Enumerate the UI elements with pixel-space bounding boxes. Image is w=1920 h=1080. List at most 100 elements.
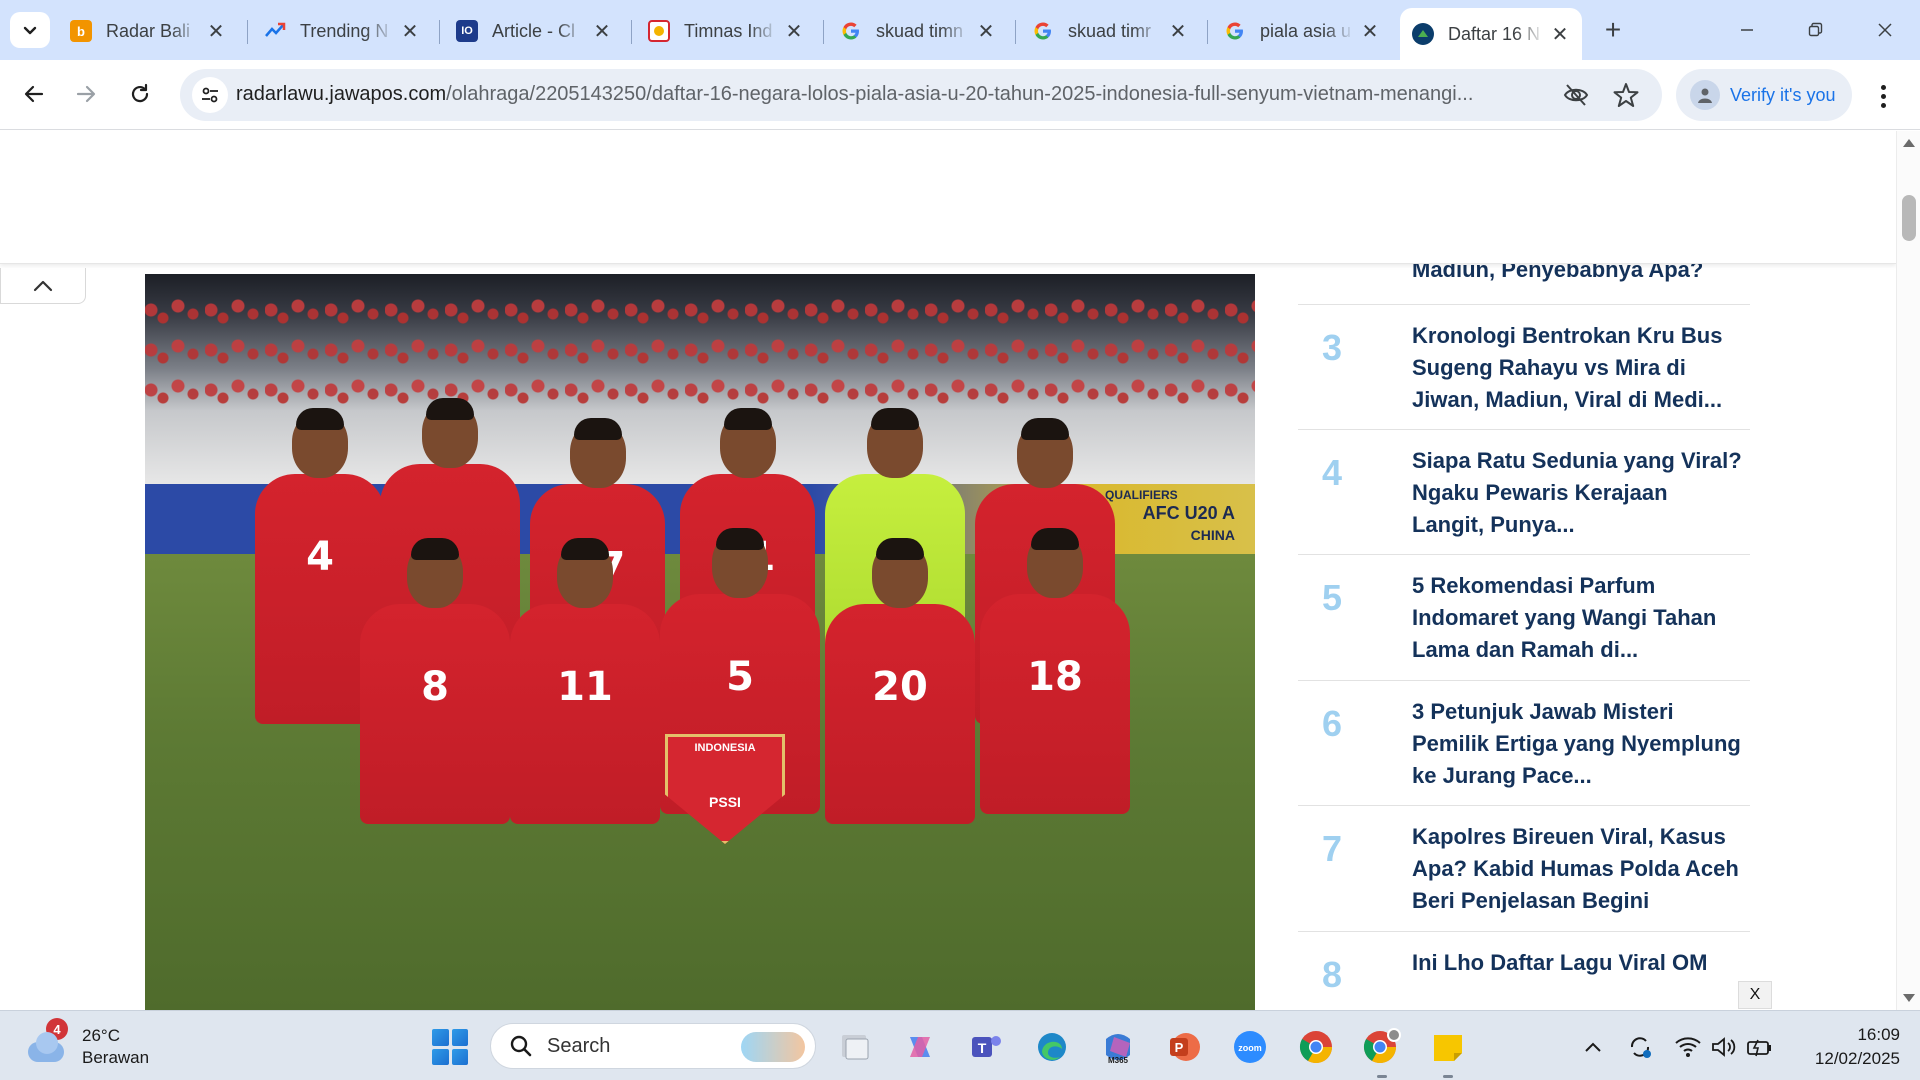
verify-profile-button[interactable]: Verify it's you: [1676, 69, 1852, 121]
list-item[interactable]: 5 5 Rekomendasi Parfum Indomaret yang Wa…: [1298, 555, 1750, 681]
back-button[interactable]: [14, 74, 54, 114]
player-head: [557, 538, 613, 608]
close-icon[interactable]: ✕: [1168, 19, 1188, 44]
list-item[interactable]: 3 Kronologi Bentrokan Kru Bus Sugeng Rah…: [1298, 305, 1750, 430]
show-hidden-icons-button[interactable]: [1576, 1029, 1610, 1065]
list-item-title[interactable]: 3 Petunjuk Jawab Misteri Pemilik Ertiga …: [1412, 696, 1742, 792]
profile-avatar-icon: [1690, 80, 1720, 110]
jersey-number: 8: [421, 664, 449, 710]
reload-button[interactable]: [120, 74, 160, 114]
chrome-profile-icon[interactable]: [1362, 1027, 1402, 1067]
teams-icon[interactable]: T: [966, 1027, 1006, 1067]
tab-title: Article - Cl: [492, 20, 576, 41]
system-clock[interactable]: 16:09 12/02/2025: [1780, 1023, 1900, 1071]
list-item-title[interactable]: 5 Rekomendasi Parfum Indomaret yang Wang…: [1412, 570, 1742, 666]
restore-button[interactable]: [1790, 12, 1840, 48]
player-head: [569, 418, 626, 488]
weather-text: 26°C Berawan: [82, 1025, 149, 1069]
tab-title: piala asia u: [1260, 20, 1352, 41]
jersey-number: 4: [306, 534, 334, 580]
close-icon[interactable]: ✕: [1360, 19, 1380, 44]
tab-daftar-active[interactable]: Daftar 16 N ✕: [1400, 8, 1582, 60]
weather-widget[interactable]: 4 26°C Berawan: [24, 1018, 149, 1075]
copilot-icon[interactable]: [900, 1027, 940, 1067]
close-icon[interactable]: ✕: [206, 19, 226, 44]
page-scrollbar[interactable]: [1896, 131, 1920, 1010]
player-head: [872, 538, 928, 608]
close-icon[interactable]: ✕: [1550, 22, 1570, 47]
scroll-thumb[interactable]: [1902, 195, 1916, 241]
stadium-crowd: [145, 294, 1255, 414]
tab-google-piala[interactable]: piala asia u ✕: [1212, 10, 1392, 52]
list-item[interactable]: 8 Ini Lho Daftar Lagu Viral OM: [1298, 932, 1750, 1010]
close-window-button[interactable]: [1860, 12, 1910, 48]
scroll-up-arrow-icon[interactable]: [1903, 139, 1915, 147]
tab-radar-bali[interactable]: b Radar Bali ✕: [58, 10, 238, 52]
m365-icon[interactable]: M365: [1098, 1027, 1138, 1067]
tracking-protection-button[interactable]: [1562, 81, 1590, 114]
browser-toolbar: radarlawu.jawapos.com/olahraga/220514325…: [0, 60, 1920, 130]
forward-button[interactable]: [66, 74, 106, 114]
tab-google-skuad-2[interactable]: skuad timr ✕: [1020, 10, 1200, 52]
list-item-title[interactable]: Ini Lho Daftar Lagu Viral OM: [1412, 947, 1742, 979]
address-bar[interactable]: radarlawu.jawapos.com/olahraga/220514325…: [180, 69, 1662, 121]
scroll-down-arrow-icon[interactable]: [1903, 994, 1915, 1002]
tab-separator: [439, 20, 440, 44]
player: 18: [980, 528, 1130, 814]
site-info-button[interactable]: [192, 77, 228, 113]
ad-close-button[interactable]: X: [1738, 981, 1772, 1009]
list-item[interactable]: 7 Kapolres Bireuen Viral, Kasus Apa? Kab…: [1298, 806, 1750, 932]
browser-menu-button[interactable]: [1868, 78, 1898, 114]
collapse-button[interactable]: [0, 268, 86, 304]
taskbar-search-box[interactable]: Search: [490, 1023, 816, 1069]
board-text: AFC U20 A CHINA: [1143, 502, 1235, 546]
sync-icon[interactable]: [1622, 1029, 1658, 1065]
list-item-title[interactable]: Siapa Ratu Sedunia yang Viral? Ngaku Pew…: [1412, 445, 1742, 541]
player-head: [422, 398, 478, 468]
list-item[interactable]: 4 Siapa Ratu Sedunia yang Viral? Ngaku P…: [1298, 430, 1750, 555]
list-item-title[interactable]: Kapolres Bireuen Viral, Kasus Apa? Kabid…: [1412, 821, 1742, 917]
tab-separator: [823, 20, 824, 44]
battery-icon[interactable]: [1742, 1029, 1778, 1065]
powerpoint-icon[interactable]: P: [1164, 1027, 1204, 1067]
list-item-rank: 5: [1322, 577, 1343, 618]
edge-icon[interactable]: [1032, 1027, 1072, 1067]
volume-icon[interactable]: [1706, 1029, 1742, 1065]
board-line-1: AFC U20 A: [1142, 503, 1235, 523]
jersey-number: 20: [872, 664, 928, 710]
minimize-button[interactable]: [1722, 12, 1772, 48]
svg-text:P: P: [1175, 1040, 1184, 1055]
chrome-icon[interactable]: [1296, 1027, 1336, 1067]
start-button[interactable]: [432, 1029, 468, 1065]
tab-title: Timnas Ind: [684, 20, 773, 41]
url-text[interactable]: radarlawu.jawapos.com/olahraga/220514325…: [236, 83, 1552, 106]
sticky-notes-icon[interactable]: [1428, 1027, 1468, 1067]
google-g-icon: [1032, 20, 1054, 42]
timnas-icon: [648, 20, 670, 42]
dot: [1880, 102, 1886, 108]
bookmark-button[interactable]: [1612, 81, 1640, 114]
arrow-right-icon: [76, 85, 96, 103]
windows-logo-tile: [432, 1048, 449, 1065]
list-item-rank: 4: [1322, 452, 1343, 493]
wifi-icon[interactable]: [1670, 1029, 1706, 1065]
tune-icon: [202, 87, 218, 103]
close-icon[interactable]: ✕: [592, 19, 612, 44]
close-icon[interactable]: ✕: [784, 19, 804, 44]
list-item-title[interactable]: Kronologi Bentrokan Kru Bus Sugeng Rahay…: [1412, 320, 1742, 416]
new-tab-button[interactable]: +: [1596, 14, 1630, 48]
tab-article[interactable]: IO Article - Cl ✕: [444, 10, 624, 52]
zoom-icon[interactable]: zoom: [1230, 1027, 1270, 1067]
close-icon[interactable]: ✕: [976, 19, 996, 44]
player-head: [719, 408, 776, 478]
tab-search-button[interactable]: [10, 12, 50, 48]
tab-trending[interactable]: Trending N ✕: [252, 10, 432, 52]
cloud-icon: 4: [24, 1018, 68, 1062]
list-item[interactable]: 6 3 Petunjuk Jawab Misteri Pemilik Ertig…: [1298, 681, 1750, 806]
close-icon[interactable]: ✕: [400, 19, 420, 44]
jersey-number: 5: [726, 654, 754, 700]
tab-timnas[interactable]: Timnas Ind ✕: [636, 10, 816, 52]
file-explorer-icon[interactable]: [834, 1027, 874, 1067]
tab-google-skuad-1[interactable]: skuad timn ✕: [828, 10, 1008, 52]
board-qualifiers-text: QUALIFIERS: [1105, 488, 1178, 502]
